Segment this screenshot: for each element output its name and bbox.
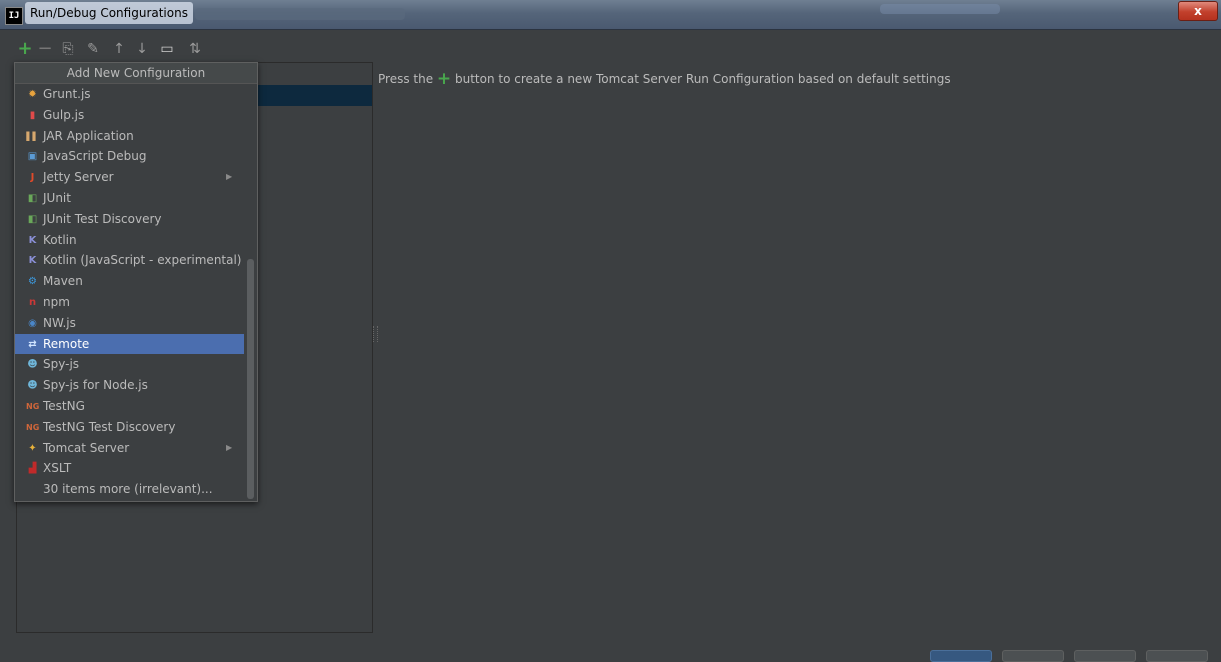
config-type-item[interactable]: n npm: [15, 292, 244, 313]
junit-discovery-icon: ◧: [27, 213, 38, 225]
kotlin-icon: K: [28, 234, 37, 246]
plus-icon: +: [436, 69, 452, 89]
testng-discovery-icon: NG: [26, 422, 40, 432]
jar-icon: ▌▌: [26, 131, 39, 141]
config-type-item[interactable]: NG TestNG: [15, 396, 244, 417]
config-type-item[interactable]: ▮ Gulp.js: [15, 105, 244, 126]
config-type-label: Grunt.js: [43, 87, 91, 101]
testng-icon: NG: [26, 401, 40, 411]
config-type-item[interactable]: ◧ JUnit: [15, 188, 244, 209]
config-type-label: JavaScript Debug: [43, 149, 147, 164]
npm-icon: n: [28, 296, 37, 308]
config-type-label: Tomcat Server: [43, 440, 130, 455]
ok-button[interactable]: [930, 650, 992, 662]
grunt-icon: ✹: [28, 89, 37, 100]
add-new-configuration-popup: Add New Configuration ✹ Grunt.js ▮ Gulp.js ▌…: [14, 62, 258, 502]
copy-icon[interactable]: ⎘: [59, 38, 77, 60]
config-type-item[interactable]: ⚙ Maven: [15, 271, 244, 292]
tree-selection-highlight: [257, 85, 372, 106]
config-type-item[interactable]: ☻ Spy-js for Node.js: [15, 375, 244, 396]
submenu-arrow-icon: ▶: [226, 172, 233, 182]
intellij-app-icon: IJ: [5, 7, 23, 25]
remove-icon[interactable]: −: [36, 38, 54, 60]
help-button[interactable]: [1146, 650, 1208, 662]
folder-icon[interactable]: ▭: [158, 38, 176, 60]
background-window-blur: [195, 8, 405, 20]
edit-defaults-icon[interactable]: ✎: [84, 38, 102, 60]
window-title: Run/Debug Configurations: [25, 2, 193, 24]
xslt-icon: ▟: [28, 463, 37, 475]
config-type-item[interactable]: NG TestNG Test Discovery: [15, 417, 244, 438]
gulp-icon: ▮: [29, 109, 36, 121]
config-type-label: 30 items more (irrelevant)...: [43, 482, 213, 497]
config-type-label: Spy-js for Node.js: [43, 378, 148, 393]
move-down-icon[interactable]: ↓: [133, 38, 151, 60]
config-type-item[interactable]: ◧ JUnit Test Discovery: [15, 209, 244, 230]
config-type-label: Jetty Server: [43, 170, 114, 185]
config-type-label: npm: [43, 294, 70, 309]
config-type-label: JUnit: [43, 190, 71, 205]
config-type-item[interactable]: ▌▌ JAR Application: [15, 126, 244, 147]
config-type-label: JUnit Test Discovery: [43, 211, 162, 226]
config-type-label: JAR Application: [43, 128, 134, 143]
background-window-blur-2: [880, 4, 1000, 14]
config-type-label: Spy-js: [43, 357, 80, 372]
config-type-item[interactable]: ▟ XSLT: [15, 458, 244, 479]
config-type-item[interactable]: 30 items more (irrelevant)...: [15, 479, 244, 500]
maven-icon: ⚙: [28, 276, 37, 288]
close-button[interactable]: x: [1178, 1, 1218, 21]
spy-js-node-icon: ☻: [27, 380, 38, 392]
config-type-item[interactable]: ◉ NW.js: [15, 313, 244, 334]
config-type-item[interactable]: ▣ JavaScript Debug: [15, 146, 244, 167]
tomcat-icon: ✦: [28, 442, 37, 454]
empty-state-message: Press the + button to create a new Tomca…: [378, 68, 951, 89]
config-type-label: XSLT: [43, 461, 72, 476]
config-type-item[interactable]: ✦ Tomcat Server ▶: [15, 438, 244, 459]
config-type-label: TestNG Test Discovery: [43, 419, 176, 434]
cancel-button[interactable]: [1002, 650, 1064, 662]
splitter-handle[interactable]: [373, 326, 378, 342]
config-type-label: Maven: [43, 274, 83, 289]
add-icon[interactable]: +: [16, 38, 34, 60]
title-bar: IJ Run/Debug Configurations x: [0, 0, 1221, 30]
remote-icon: ⇄: [28, 338, 37, 350]
message-suffix: button to create a new Tomcat Server Run…: [455, 72, 951, 86]
config-type-item[interactable]: J Jetty Server ▶: [15, 167, 244, 188]
config-type-item[interactable]: ✹ Grunt.js: [15, 84, 244, 105]
js-debug-icon: ▣: [27, 151, 38, 163]
popup-header: Add New Configuration: [15, 63, 257, 84]
nwjs-icon: ◉: [28, 317, 37, 329]
jetty-icon: J: [30, 172, 35, 184]
apply-button[interactable]: [1074, 650, 1136, 662]
junit-icon: ◧: [27, 192, 38, 204]
kotlin-js-icon: K: [28, 255, 37, 267]
spy-js-icon: ☻: [27, 359, 38, 371]
config-type-label: Kotlin: [43, 232, 77, 247]
message-prefix: Press the: [378, 72, 434, 86]
config-type-label: Remote: [43, 336, 90, 351]
config-type-item[interactable]: ⇄ Remote: [15, 333, 244, 355]
configuration-type-list: ✹ Grunt.js ▮ Gulp.js ▌▌ JAR Application ▣ JavaS…: [15, 84, 244, 500]
config-type-item[interactable]: ☻ Spy-js: [15, 354, 244, 375]
popup-scrollbar-thumb[interactable]: [247, 259, 254, 499]
submenu-arrow-icon: ▶: [226, 442, 233, 452]
config-type-label: TestNG: [43, 398, 85, 413]
move-up-icon[interactable]: ↑: [110, 38, 128, 60]
config-toolbar: + − ⎘ ✎ ↑ ↓ ▭ ⇅: [16, 38, 236, 60]
config-type-label: NW.js: [43, 315, 76, 330]
config-type-item[interactable]: K Kotlin: [15, 230, 244, 251]
config-type-item[interactable]: K Kotlin (JavaScript - experimental): [15, 250, 244, 271]
sort-icon[interactable]: ⇅: [186, 38, 204, 60]
config-type-label: Gulp.js: [43, 107, 85, 122]
config-type-label: Kotlin (JavaScript - experimental): [43, 253, 242, 268]
